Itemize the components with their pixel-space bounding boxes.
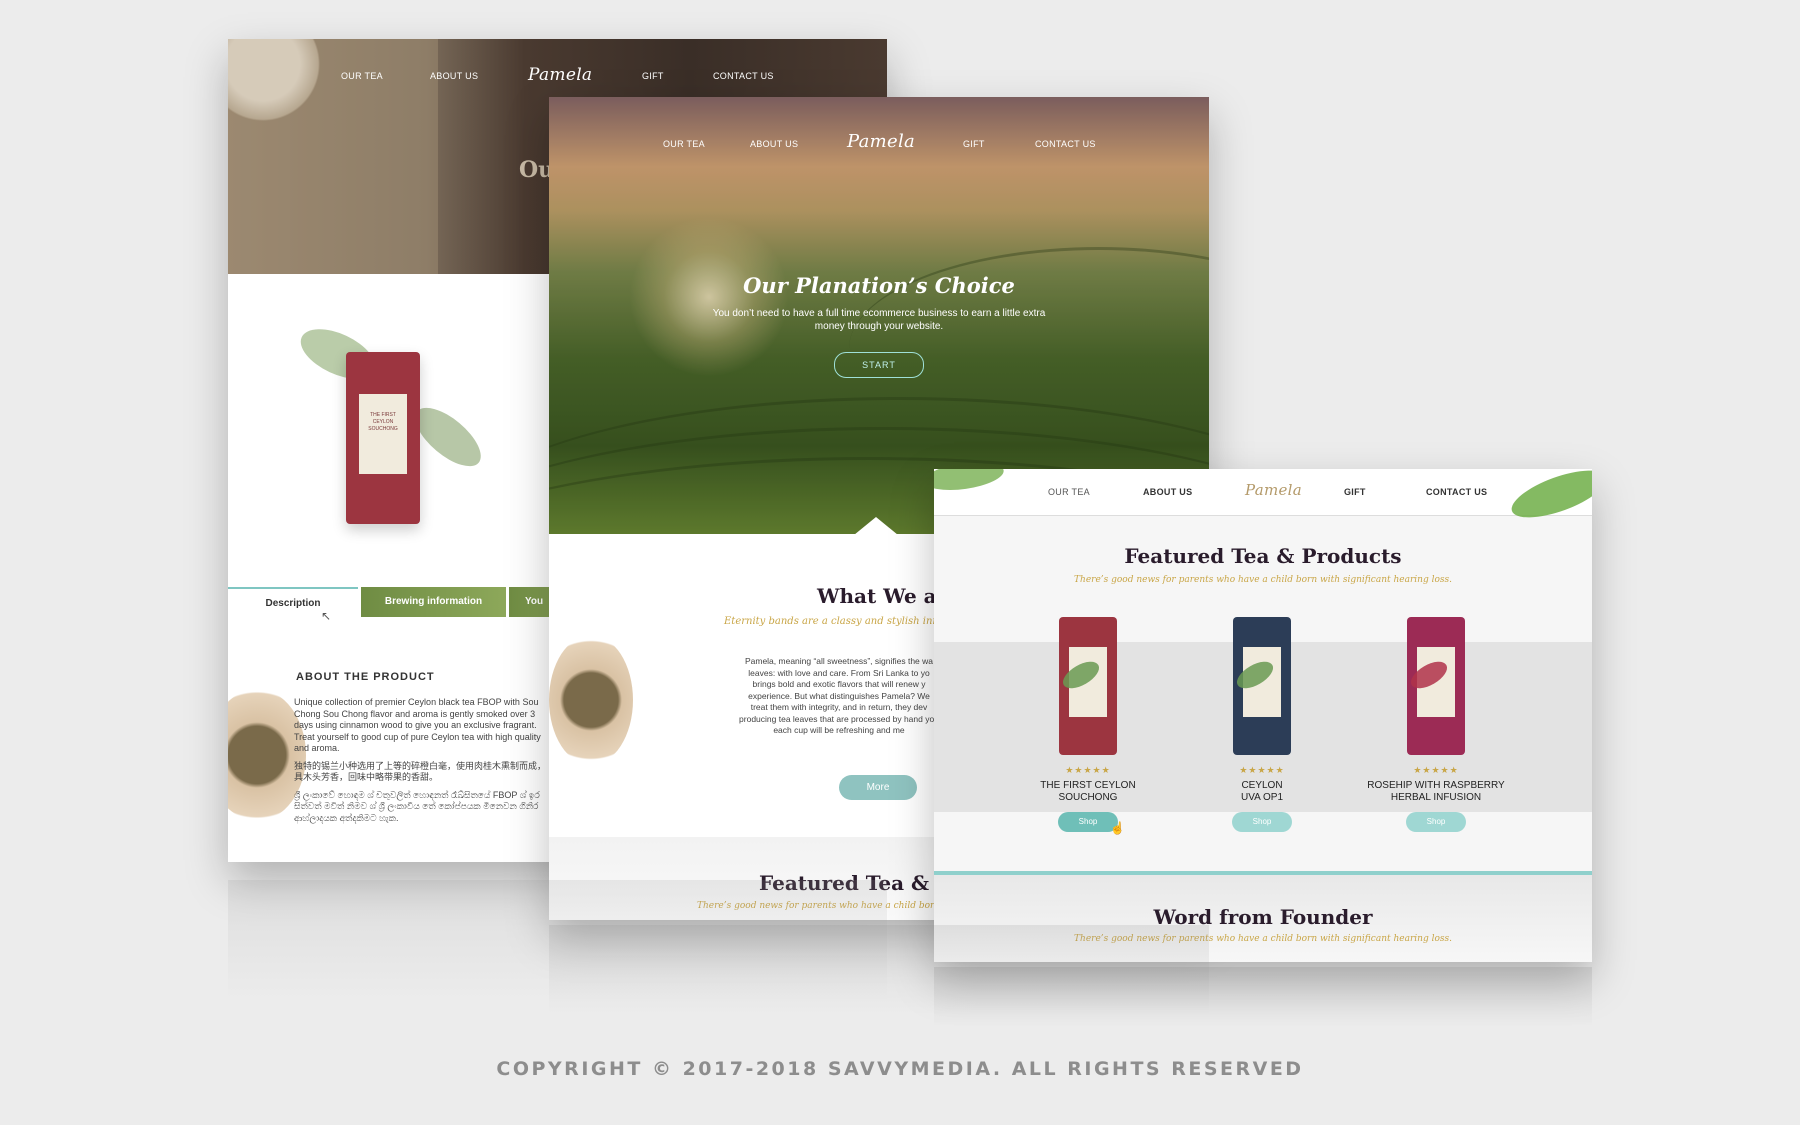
hero-subtitle: You don’t need to have a full time ecomm… xyxy=(712,308,1046,332)
product-name-line: CEYLON xyxy=(1241,780,1283,791)
nav-our-tea[interactable]: OUR TEA xyxy=(1048,487,1090,497)
nav-contact-us[interactable]: CONTACT US xyxy=(713,71,774,81)
nav-our-tea[interactable]: OUR TEA xyxy=(341,71,383,81)
about-product-heading: ABOUT THE PRODUCT xyxy=(296,671,435,683)
about-product-text: Unique collection of premier Ceylon blac… xyxy=(294,697,549,824)
copyright-text: COPYRIGHT © 2017-2018 SAVVYMEDIA. ALL RI… xyxy=(496,1058,1304,1080)
tin-label-line: THE FIRST xyxy=(370,412,396,418)
shop-button[interactable]: Shop xyxy=(1058,812,1118,832)
product-name-line: SOUCHONG xyxy=(1058,792,1118,803)
product-card: ★★★★★ THE FIRST CEYLON SOUCHONG Shop xyxy=(1008,617,1168,832)
more-button[interactable]: More xyxy=(839,775,917,800)
tea-tin-image xyxy=(1058,617,1117,755)
nav-contact-us[interactable]: CONTACT US xyxy=(1035,139,1096,149)
tea-tin-image xyxy=(1406,617,1465,755)
rating-stars: ★★★★★ xyxy=(1065,765,1111,775)
home-nav: OUR TEA ABOUT US Pamela GIFT CONTACT US xyxy=(549,97,1209,157)
tea-tin-image xyxy=(1232,617,1291,755)
reflection xyxy=(934,967,1592,1027)
featured-page-mockup: OUR TEA ABOUT US Pamela GIFT CONTACT US … xyxy=(934,469,1592,962)
what-we-are-body: Pamela, meaning “all sweetness”, signifi… xyxy=(739,656,939,735)
nav-about-us[interactable]: ABOUT US xyxy=(750,139,798,149)
tin-label-line: SOUCHONG xyxy=(368,426,398,432)
what-we-are-subtitle: Eternity bands are a classy and stylish … xyxy=(724,616,970,627)
section-notch xyxy=(854,517,898,535)
tab-description[interactable]: Description xyxy=(228,587,358,619)
nav-our-tea[interactable]: OUR TEA xyxy=(663,139,705,149)
product-name-line: THE FIRST CEYLON xyxy=(1040,780,1136,791)
nav-gift[interactable]: GIFT xyxy=(642,71,664,81)
nav-about-us[interactable]: ABOUT US xyxy=(1143,487,1192,497)
loose-tea-plate-image xyxy=(549,635,633,765)
leaf-decoration xyxy=(1506,469,1592,528)
featured-subtitle: There’s good news for parents who have a… xyxy=(1074,575,1452,585)
about-paragraph: ශ්‍රී ලංකාවේ හොඳම ශ් චතුවලිත් හොඳනත් රෑඛ… xyxy=(294,789,540,823)
tin-label-line: CEYLON xyxy=(372,419,394,425)
pamela-logo[interactable]: Pamela xyxy=(528,65,592,85)
featured-title: Featured Tea & Products xyxy=(1124,544,1402,568)
product-name: THE FIRST CEYLON SOUCHONG xyxy=(1008,780,1168,804)
nav-gift[interactable]: GIFT xyxy=(1344,487,1366,497)
product-name: CEYLON UVA OP1 xyxy=(1182,780,1342,804)
product-card: ★★★★★ ROSEHIP WITH RASPBERRY HERBAL INFUS… xyxy=(1356,617,1516,832)
product-name-line: HERBAL INFUSION xyxy=(1390,792,1482,803)
rating-stars: ★★★★★ xyxy=(1239,765,1285,775)
product-card: ★★★★★ CEYLON UVA OP1 Shop xyxy=(1182,617,1342,832)
leaf-decoration xyxy=(934,469,1006,495)
tea-tin-image: THE FIRST CEYLON SOUCHONG xyxy=(346,352,420,524)
pamela-logo[interactable]: Pamela xyxy=(847,131,915,152)
rating-stars: ★★★★★ xyxy=(1413,765,1459,775)
start-button[interactable]: START xyxy=(834,352,924,378)
about-paragraph: Unique collection of premier Ceylon blac… xyxy=(294,697,541,753)
tin-label: THE FIRST CEYLON SOUCHONG xyxy=(359,394,407,474)
nav-contact-us[interactable]: CONTACT US xyxy=(1426,487,1487,497)
product-name-line: UVA OP1 xyxy=(1240,792,1284,803)
shop-button[interactable]: Shop xyxy=(1406,812,1466,832)
about-paragraph: 独特的锡兰小种选用了上等的碎橙白毫，使用肉桂木熏制而成，具木头芳香，回味中略带果… xyxy=(294,760,547,783)
product-nav: OUR TEA ABOUT US Pamela GIFT CONTACT US xyxy=(228,39,887,99)
cursor-icon: ↖ xyxy=(321,609,332,623)
hero-title: Our Planation’s Choice xyxy=(743,273,1015,298)
nav-gift[interactable]: GIFT xyxy=(963,139,985,149)
nav-about-us[interactable]: ABOUT US xyxy=(430,71,478,81)
pointer-cursor-icon: ☝ xyxy=(1110,821,1125,835)
shop-button[interactable]: Shop xyxy=(1232,812,1292,832)
featured-nav: OUR TEA ABOUT US Pamela GIFT CONTACT US xyxy=(934,469,1592,528)
pamela-logo[interactable]: Pamela xyxy=(1245,481,1302,499)
tab-brewing-information[interactable]: Brewing information xyxy=(361,587,506,617)
product-name: ROSEHIP WITH RASPBERRY HERBAL INFUSION xyxy=(1356,780,1516,804)
product-name-line: ROSEHIP WITH RASPBERRY xyxy=(1367,780,1505,791)
